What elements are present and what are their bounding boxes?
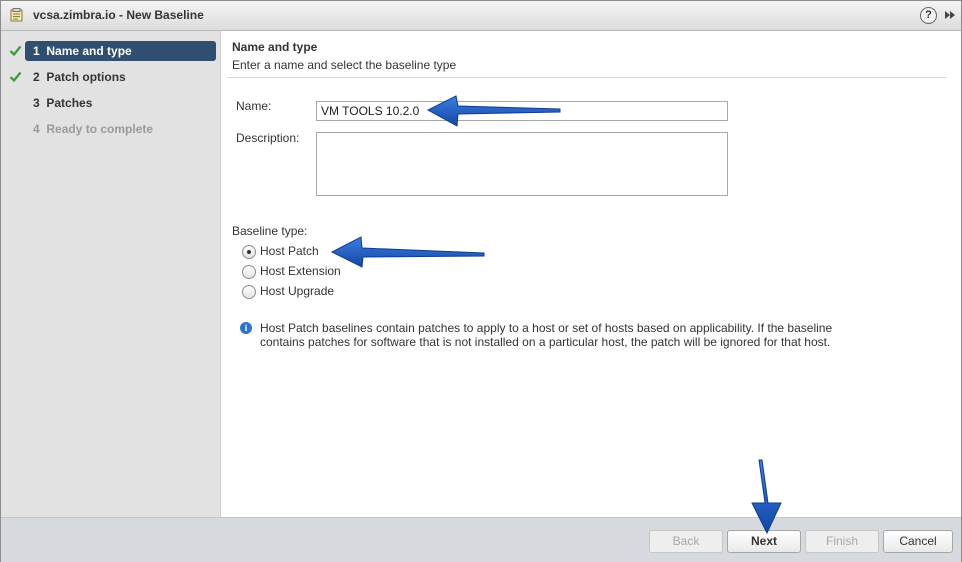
step-label: Ready to complete xyxy=(46,122,154,136)
help-icon[interactable]: ? xyxy=(920,7,937,24)
check-icon xyxy=(9,71,22,83)
page-title: Name and type xyxy=(232,40,318,54)
name-input[interactable]: VM TOOLS 10.2.0 xyxy=(316,101,728,121)
step-number: 2 xyxy=(33,70,40,84)
info-icon: i xyxy=(240,322,252,334)
next-button[interactable]: Next xyxy=(727,530,801,553)
radio-button[interactable] xyxy=(242,265,256,279)
step-patch-options[interactable]: 2 Patch options xyxy=(1,67,220,89)
radio-button[interactable] xyxy=(242,245,256,259)
step-number: 1 xyxy=(33,44,40,58)
back-button[interactable]: Back xyxy=(649,530,723,553)
radio-button[interactable] xyxy=(242,285,256,299)
step-patches[interactable]: 3 Patches xyxy=(1,93,220,115)
description-label: Description: xyxy=(236,131,300,145)
new-baseline-dialog: vcsa.zimbra.io - New Baseline ? 1 Name a… xyxy=(0,0,962,562)
step-label: Name and type xyxy=(46,44,132,58)
expand-icon[interactable] xyxy=(943,8,957,22)
window-title: vcsa.zimbra.io - New Baseline xyxy=(33,8,204,22)
step-label: Patches xyxy=(46,96,93,110)
step-number: 4 xyxy=(33,122,40,136)
baseline-icon xyxy=(10,8,23,22)
title-bar: vcsa.zimbra.io - New Baseline ? xyxy=(1,1,961,31)
baseline-type-label: Baseline type: xyxy=(232,224,308,238)
step-label: Patch options xyxy=(46,70,126,84)
main-content: Name and type Enter a name and select th… xyxy=(221,31,961,517)
info-message: Host Patch baselines contain patches to … xyxy=(260,321,833,349)
wizard-footer: Back Next Finish Cancel xyxy=(1,517,961,562)
radio-label: Host Extension xyxy=(260,264,341,278)
radio-label: Host Patch xyxy=(260,244,319,258)
step-name-and-type[interactable]: 1 Name and type xyxy=(1,41,220,63)
check-icon xyxy=(9,45,22,57)
step-ready-to-complete: 4 Ready to complete xyxy=(1,119,220,141)
name-label: Name: xyxy=(236,99,272,113)
finish-button[interactable]: Finish xyxy=(805,530,879,553)
divider xyxy=(227,77,947,78)
wizard-steps-sidebar: 1 Name and type 2 Patch options 3 Patche… xyxy=(1,31,221,517)
step-number: 3 xyxy=(33,96,40,110)
description-textarea[interactable] xyxy=(316,132,728,196)
page-subtitle: Enter a name and select the baseline typ… xyxy=(232,58,457,72)
cancel-button[interactable]: Cancel xyxy=(883,530,953,553)
radio-label: Host Upgrade xyxy=(260,284,335,298)
